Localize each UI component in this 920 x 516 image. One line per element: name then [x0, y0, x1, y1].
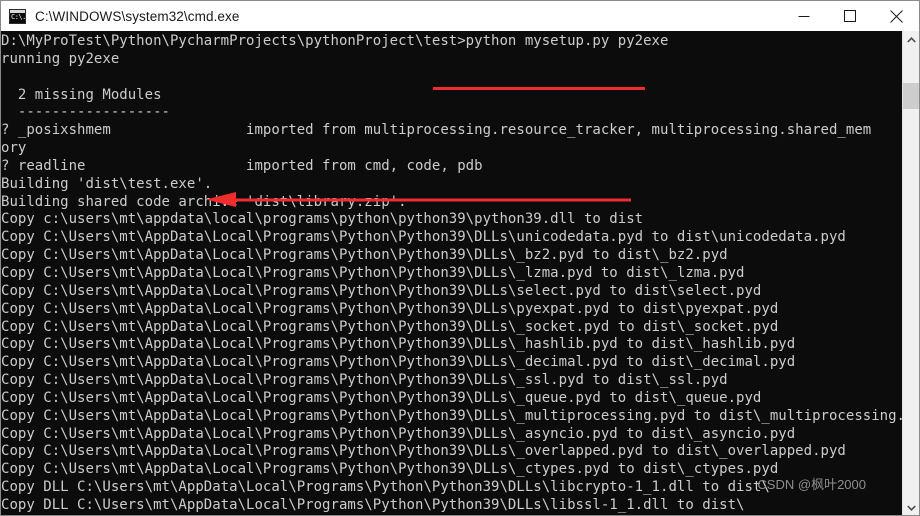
vertical-scrollbar[interactable] [902, 31, 919, 515]
cmd-icon-prompt-text: C:\. [11, 12, 26, 21]
terminal-line: Copy C:\Users\mt\AppData\Local\Programs\… [1, 247, 728, 264]
terminal-line: Copy DLL C:\Users\mt\AppData\Local\Progr… [1, 496, 745, 513]
terminal-line: ? readline imported from cmd, code, pdb [1, 157, 483, 174]
terminal-line: Copy C:\Users\mt\AppData\Local\Programs\… [1, 372, 728, 389]
scroll-down-arrow-icon[interactable] [903, 499, 919, 515]
console-output-area[interactable]: D:\MyProTest\Python\PycharmProjects\pyth… [1, 31, 902, 515]
maximize-button[interactable] [827, 1, 873, 31]
terminal-line: running py2exe [1, 50, 120, 67]
scroll-thumb[interactable] [903, 83, 919, 109]
terminal-line: ------------------ [1, 104, 170, 121]
terminal-line: Copy C:\Users\mt\AppData\Local\Programs\… [1, 407, 902, 424]
terminal-line: Copy C:\Users\mt\AppData\Local\Programs\… [1, 425, 796, 442]
window-title: C:\WINDOWS\system32\cmd.exe [35, 8, 240, 24]
terminal-text: D:\MyProTest\Python\PycharmProjects\pyth… [1, 33, 902, 515]
window-controls [781, 1, 919, 31]
terminal-line: ory [1, 140, 27, 157]
close-button[interactable] [873, 1, 919, 31]
terminal-line: Copy C:\Users\mt\AppData\Local\Programs\… [1, 336, 796, 353]
terminal-line: Copy C:\Users\mt\AppData\Local\Programs\… [1, 354, 796, 371]
terminal-line: Copy C:\Users\mt\AppData\Local\Programs\… [1, 282, 762, 299]
terminal-line: Copy c:\users\mt\appdata\local\programs\… [1, 211, 644, 228]
scroll-up-arrow-icon[interactable] [903, 31, 919, 48]
terminal-line: Copy C:\Users\mt\AppData\Local\Programs\… [1, 443, 846, 460]
cmd-console-icon: C:\. [9, 8, 26, 24]
terminal-line: Copy C:\Users\mt\AppData\Local\Programs\… [1, 389, 762, 406]
terminal-line: Building 'dist\test.exe'. [1, 175, 213, 192]
annotation-underline [433, 87, 645, 90]
terminal-line: Copy C:\Users\mt\AppData\Local\Programs\… [1, 229, 846, 246]
annotation-arrow [206, 192, 631, 208]
terminal-line: Copy C:\Users\mt\AppData\Local\Programs\… [1, 300, 779, 317]
cmd-window: C:\. C:\WINDOWS\system32\cmd.exe D:\MyPr… [0, 0, 920, 516]
minimize-button[interactable] [781, 1, 827, 31]
terminal-line: Copy C:\Users\mt\AppData\Local\Programs\… [1, 264, 745, 281]
terminal-line: D:\MyProTest\Python\PycharmProjects\pyth… [1, 33, 669, 49]
title-bar[interactable]: C:\. C:\WINDOWS\system32\cmd.exe [1, 1, 919, 31]
terminal-line: ? _posixshmem imported from multiprocess… [1, 122, 872, 139]
terminal-line: Copy C:\Users\mt\AppData\Local\Programs\… [1, 318, 779, 335]
csdn-watermark: CSDN @枫叶2000 [757, 477, 866, 492]
